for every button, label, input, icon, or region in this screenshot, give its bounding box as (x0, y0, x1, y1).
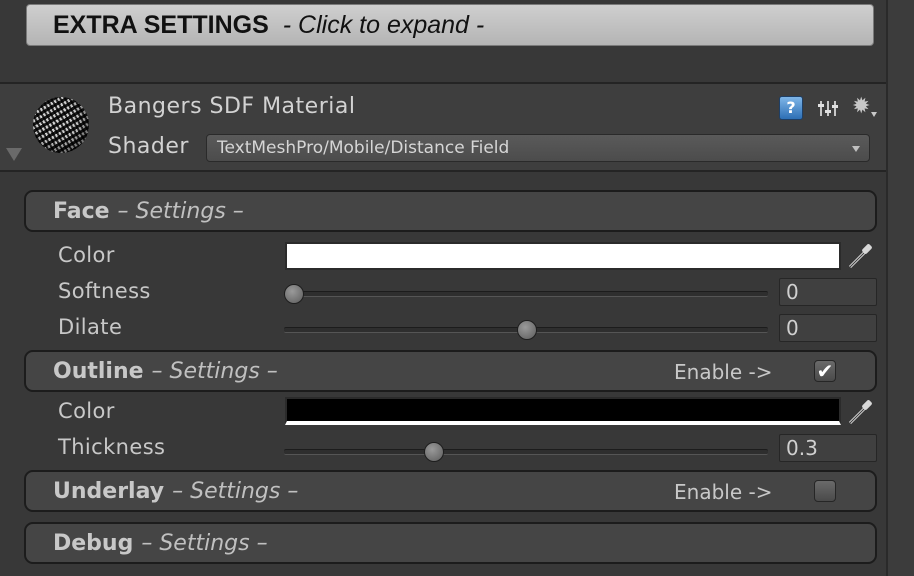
dropdown-arrow-icon (852, 146, 860, 152)
shader-dropdown[interactable]: TextMeshPro/Mobile/Distance Field (206, 134, 870, 162)
face-softness-value[interactable]: 0 (779, 278, 877, 306)
face-section-header[interactable]: Face – Settings – (24, 190, 877, 232)
eyedropper-icon[interactable] (846, 398, 874, 426)
underlay-enable-checkbox[interactable] (814, 480, 836, 502)
outline-title: Outline (53, 358, 144, 384)
underlay-enable-label: Enable -> (674, 480, 773, 504)
face-dilate-slider-thumb[interactable] (517, 320, 537, 340)
outline-thickness-label: Thickness (58, 435, 166, 459)
underlay-section-header[interactable]: Underlay – Settings – Enable -> (24, 470, 877, 512)
face-softness-slider[interactable] (284, 291, 768, 297)
outline-thickness-value[interactable]: 0.3 (779, 434, 877, 462)
debug-title: Debug (53, 530, 134, 556)
material-name: Bangers SDF Material (108, 94, 356, 119)
face-title: Face (53, 198, 110, 224)
outline-color-label: Color (58, 399, 115, 423)
help-icon[interactable]: ? (779, 96, 803, 120)
outline-enable-checkbox[interactable]: ✔ (814, 360, 836, 382)
outline-enable-label: Enable -> (674, 360, 773, 384)
material-preview-thumbnail[interactable] (33, 97, 89, 153)
debug-subtitle: – Settings – (141, 530, 268, 556)
face-color-field[interactable] (285, 242, 841, 270)
extra-settings-bar[interactable]: EXTRA SETTINGS - Click to expand - (26, 4, 874, 46)
side-pane (888, 0, 914, 576)
underlay-title: Underlay (53, 478, 165, 504)
outline-subtitle: – Settings – (151, 358, 278, 384)
outline-section-header[interactable]: Outline – Settings – Enable -> ✔ (24, 350, 877, 392)
face-dilate-label: Dilate (58, 315, 123, 339)
face-softness-slider-thumb[interactable] (284, 284, 304, 304)
shader-dropdown-value: TextMeshPro/Mobile/Distance Field (217, 138, 510, 158)
gear-menu-caret-icon (871, 112, 877, 117)
face-color-label: Color (58, 243, 115, 267)
shader-label: Shader (108, 134, 189, 159)
eyedropper-icon[interactable] (846, 242, 874, 270)
divider (0, 170, 886, 172)
face-subtitle: – Settings – (117, 198, 244, 224)
extra-settings-hint: - Click to expand - (282, 10, 485, 39)
extra-settings-title: EXTRA SETTINGS (53, 10, 269, 39)
presets-icon[interactable] (816, 96, 840, 120)
debug-section-header[interactable]: Debug – Settings – (24, 522, 877, 564)
outline-thickness-slider-thumb[interactable] (423, 442, 444, 462)
underlay-subtitle: – Settings – (172, 478, 299, 504)
outline-color-field[interactable] (285, 397, 841, 425)
gear-icon[interactable]: ✹ (852, 94, 870, 119)
face-dilate-value[interactable]: 0 (779, 314, 877, 342)
face-softness-label: Softness (58, 279, 151, 303)
outline-thickness-slider[interactable] (284, 449, 768, 455)
foldout-arrow-icon[interactable] (6, 148, 22, 161)
